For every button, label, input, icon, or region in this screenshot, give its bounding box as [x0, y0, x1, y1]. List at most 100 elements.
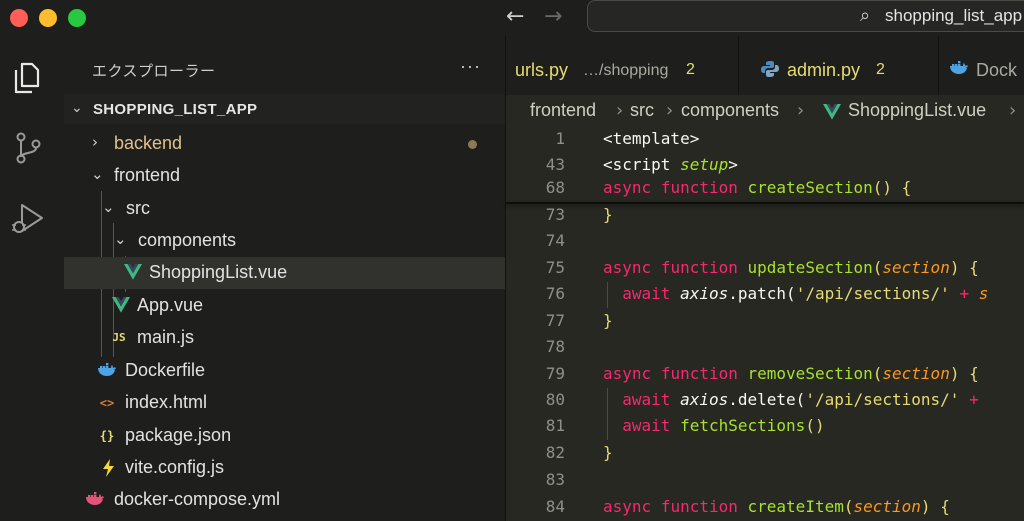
code-token: async — [603, 258, 652, 277]
breadcrumb-item[interactable]: src — [630, 100, 654, 121]
source-control-icon[interactable] — [10, 130, 46, 166]
code-line[interactable]: 80 await axios.delete('/api/sections/' + — [506, 388, 1024, 414]
docker-icon — [97, 362, 116, 380]
code-token: function — [660, 178, 738, 197]
code-token: createItem — [747, 497, 844, 516]
tree-item-src[interactable]: ⌄ src — [64, 193, 505, 225]
back-arrow-icon[interactable]: ← — [506, 4, 524, 30]
tree-item-shoppinglist-vue[interactable]: ShoppingList.vue — [64, 257, 505, 289]
explorer-files-icon[interactable] — [10, 60, 46, 96]
tab-admin-py[interactable]: admin.py 2 — [739, 36, 939, 95]
code-line[interactable]: 81 await fetchSections() — [506, 414, 1024, 440]
code-line[interactable]: 82 } — [506, 441, 1024, 467]
title-bar: ← → ⌕ shopping_list_app — [0, 0, 1024, 36]
editor-area: urls.py …/shopping 2 admin.py 2 Dock fro… — [506, 36, 1024, 521]
code-line[interactable]: 78 — [506, 335, 1024, 361]
code-line[interactable]: 1 <template> — [506, 127, 1024, 153]
breadcrumb-item[interactable]: ShoppingList.vue — [848, 100, 986, 121]
tree-item-index-html[interactable]: <> index.html — [64, 387, 505, 419]
code-token: setup — [680, 155, 729, 174]
line-number: 75 — [545, 258, 565, 277]
code-token: await — [622, 390, 671, 409]
code-line[interactable]: 73 } — [506, 203, 1024, 229]
tree-item-label: main.js — [137, 327, 195, 347]
code-token: { — [959, 258, 979, 277]
line-number: 84 — [545, 497, 565, 516]
breadcrumb-item[interactable]: frontend — [530, 100, 596, 121]
tree-item-vite-config[interactable]: vite.config.js — [64, 452, 505, 484]
chevron-right-icon: › — [92, 133, 98, 151]
code-token: { — [930, 497, 950, 516]
tree-item-components[interactable]: ⌄ components — [64, 225, 505, 257]
close-window-button[interactable] — [10, 9, 28, 27]
code-token: '/api/sections/' — [805, 390, 960, 409]
tab-path: …/shopping — [583, 62, 669, 79]
command-center-text[interactable]: shopping_list_app — [885, 6, 1022, 26]
line-number: 1 — [555, 129, 565, 148]
code-token: () — [872, 178, 893, 197]
line-number: 80 — [545, 390, 565, 409]
forward-arrow-icon[interactable]: → — [544, 4, 562, 30]
code-line[interactable]: 84 async function createItem(section) { — [506, 495, 1024, 521]
code-token: s — [978, 284, 989, 303]
breadcrumb-item[interactable]: components — [681, 100, 779, 121]
code-line[interactable]: 83 — [506, 468, 1024, 494]
code-token: section — [882, 258, 950, 277]
tab-label: Dock — [976, 60, 1018, 80]
code-token: async — [603, 364, 652, 383]
tree-item-package-json[interactable]: {} package.json — [64, 420, 505, 452]
editor-tabs: urls.py …/shopping 2 admin.py 2 Dock — [506, 36, 1024, 95]
code-line[interactable]: 77 } — [506, 309, 1024, 335]
tab-urls-py[interactable]: urls.py …/shopping 2 — [506, 36, 739, 95]
explorer-title: エクスプローラー — [92, 63, 216, 80]
code-token: .delete( — [728, 390, 806, 409]
code-token: async — [603, 497, 652, 516]
tree-item-docker-compose[interactable]: docker-compose.yml — [64, 484, 505, 516]
line-number: 83 — [545, 470, 565, 489]
run-debug-icon[interactable] — [10, 200, 46, 236]
tree-item-dockerfile[interactable]: Dockerfile — [64, 355, 505, 387]
line-number: 73 — [545, 205, 565, 224]
tree-item-backend[interactable]: › backend — [64, 128, 505, 160]
code-token: <script — [603, 155, 681, 174]
code-line[interactable]: 75 async function updateSection(section)… — [506, 256, 1024, 282]
line-number: 43 — [545, 155, 565, 174]
vite-icon — [99, 459, 117, 477]
more-actions-icon[interactable]: ··· — [460, 56, 481, 77]
line-number: 68 — [545, 178, 565, 197]
code-line[interactable]: 74 — [506, 229, 1024, 255]
line-number: 78 — [545, 337, 565, 356]
tree-item-label: ShoppingList.vue — [149, 262, 288, 282]
code-line[interactable]: 79 async function removeSection(section)… — [506, 362, 1024, 388]
workspace-root[interactable]: ⌄ SHOPPING_LIST_APP — [64, 94, 505, 124]
chevron-down-icon: ⌄ — [71, 100, 83, 116]
vue-icon — [124, 264, 142, 282]
chevron-right-icon: › — [616, 100, 624, 121]
tree-item-label: src — [126, 198, 150, 218]
code-token: <template> — [603, 129, 700, 148]
code-token: await — [622, 416, 671, 435]
code-line[interactable]: 76 await axios.patch('/api/sections/' + … — [506, 282, 1024, 308]
code-token: ) — [920, 497, 931, 516]
tree-item-frontend[interactable]: ⌄ frontend — [64, 160, 505, 192]
code-token: createSection — [747, 178, 873, 197]
code-token: } — [603, 311, 613, 330]
code-token: { — [892, 178, 912, 197]
tree-item-main-js[interactable]: JS main.js — [64, 322, 505, 354]
chevron-right-icon: › — [666, 100, 674, 121]
tree-item-app-vue[interactable]: App.vue — [64, 290, 505, 322]
line-number: 74 — [545, 231, 565, 250]
maximize-window-button[interactable] — [68, 9, 86, 27]
code-token: function — [660, 497, 738, 516]
tree-item-label: Dockerfile — [125, 360, 206, 380]
workspace-root-label: SHOPPING_LIST_APP — [93, 101, 258, 118]
code-token: function — [660, 364, 738, 383]
minimize-window-button[interactable] — [39, 9, 57, 27]
tab-dockerfile[interactable]: Dock — [939, 36, 1024, 95]
code-line[interactable]: 68 async function createSection() { — [506, 176, 1024, 202]
code-token: section — [882, 364, 950, 383]
code-token: { — [959, 364, 979, 383]
line-number: 79 — [545, 364, 565, 383]
chevron-down-icon: ⌄ — [91, 165, 104, 183]
js-icon: JS — [112, 331, 126, 344]
